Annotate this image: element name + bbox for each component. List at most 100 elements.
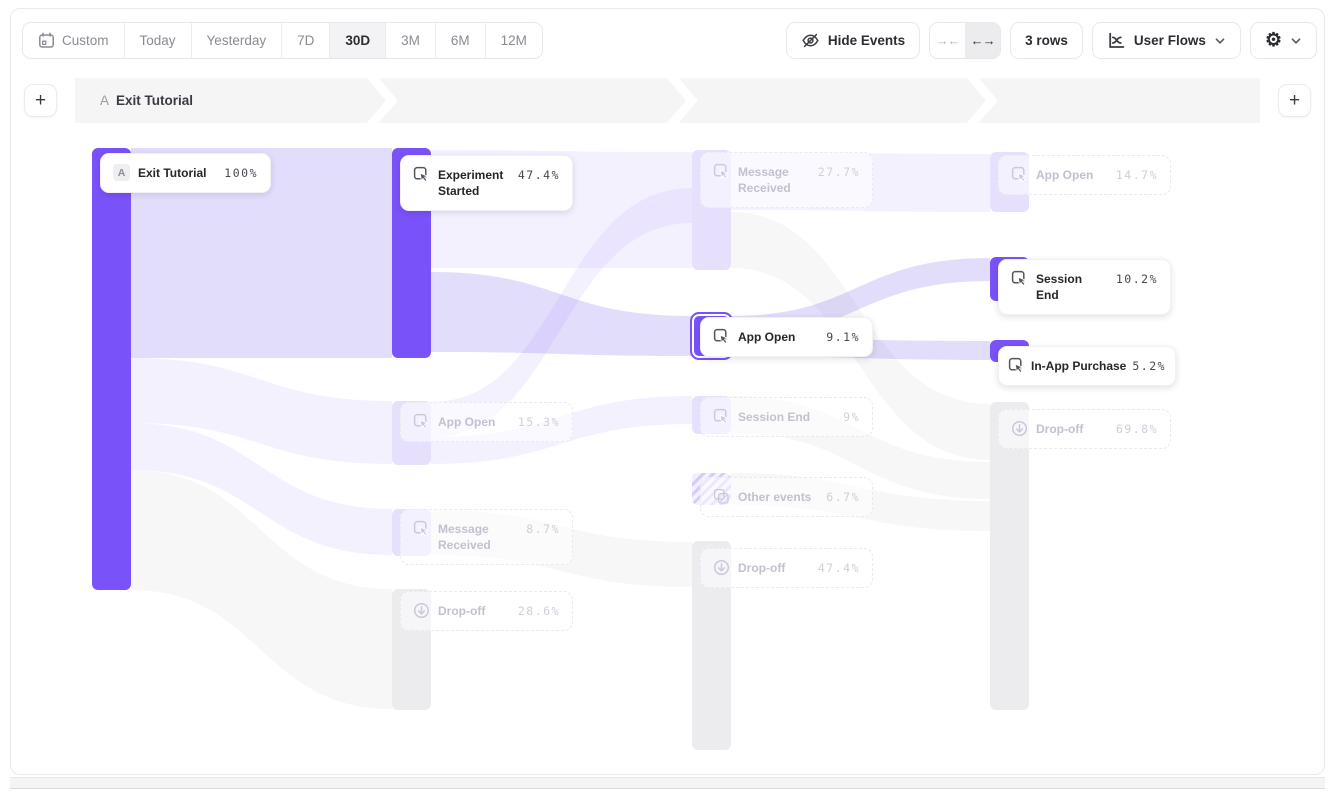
- date-range-3m[interactable]: 3M: [385, 23, 435, 58]
- node-drop-off-3-card[interactable]: Drop-off 47.4%: [700, 548, 873, 588]
- plus-icon: +: [35, 90, 46, 112]
- dropoff-icon: [413, 602, 430, 619]
- date-range-label: 6M: [451, 33, 470, 48]
- toolbar-right: Hide Events →← ←→ 3 rows User Flows ⚙: [786, 22, 1317, 59]
- date-range-label: 30D: [345, 33, 370, 48]
- node-percent: 14.7%: [1116, 167, 1158, 183]
- node-label: App Open: [738, 329, 818, 345]
- node-session-end-3-card[interactable]: Session End 9%: [700, 397, 873, 437]
- event-icon: [413, 166, 430, 183]
- date-range-label: Yesterday: [207, 33, 267, 48]
- node-percent: 5.2%: [1132, 358, 1166, 374]
- view-type-dropdown[interactable]: User Flows: [1092, 22, 1241, 59]
- date-range-30d[interactable]: 30D: [329, 23, 385, 58]
- date-range-7d[interactable]: 7D: [281, 23, 329, 58]
- hide-events-label: Hide Events: [828, 33, 905, 48]
- node-percent: 47.4%: [518, 167, 560, 183]
- toolbar: Custom Today Yesterday 7D 30D 3M 6M 12M …: [22, 22, 1317, 59]
- node-experiment-started-card[interactable]: Experiment Started 47.4%: [400, 155, 573, 211]
- node-other-events-3-card[interactable]: Other events 6.7%: [700, 477, 873, 517]
- date-range-yesterday[interactable]: Yesterday: [191, 23, 282, 58]
- node-percent: 27.7%: [818, 164, 860, 180]
- event-icon: [713, 328, 730, 345]
- event-icon: [1011, 166, 1028, 183]
- node-label: Drop-off: [738, 560, 810, 576]
- node-percent: 100%: [224, 165, 258, 181]
- node-percent: 9.1%: [826, 329, 860, 345]
- rows-label: 3 rows: [1025, 33, 1068, 48]
- chevron-separator: [670, 78, 692, 123]
- node-drop-off-2-card[interactable]: Drop-off 28.6%: [400, 591, 573, 631]
- node-session-end-4-card[interactable]: Session End 10.2%: [998, 259, 1171, 315]
- other-events-icon: [713, 488, 730, 505]
- step-title: Exit Tutorial: [116, 93, 193, 108]
- hide-events-button[interactable]: Hide Events: [786, 22, 920, 59]
- node-in-app-purchase-4-card[interactable]: In-App Purchase 5.2%: [998, 346, 1176, 386]
- node-message-received-3-card[interactable]: Message Received 27.7%: [700, 152, 873, 208]
- chevron-separator: [970, 78, 992, 123]
- node-percent: 9%: [843, 409, 860, 425]
- gear-icon: ⚙: [1265, 31, 1282, 50]
- node-exit-tutorial-bar[interactable]: [92, 148, 131, 590]
- date-range-custom[interactable]: Custom: [23, 23, 124, 58]
- dropoff-icon: [713, 559, 730, 576]
- horizontal-scrollbar-track[interactable]: [10, 777, 1325, 789]
- chevron-down-icon: [1290, 35, 1302, 47]
- settings-dropdown[interactable]: ⚙: [1250, 22, 1317, 59]
- event-icon: [1011, 270, 1028, 287]
- calendar-icon: [38, 32, 55, 49]
- node-exit-tutorial-card[interactable]: A Exit Tutorial 100%: [100, 153, 271, 193]
- node-message-received-2-card[interactable]: Message Received 8.7%: [400, 509, 573, 565]
- width-toggle: →← ←→: [929, 22, 1001, 59]
- node-percent: 69.8%: [1116, 421, 1158, 437]
- add-step-after-button[interactable]: +: [1278, 84, 1311, 117]
- date-range-6m[interactable]: 6M: [435, 23, 485, 58]
- date-range-label: Today: [140, 33, 176, 48]
- node-label: Drop-off: [438, 603, 510, 619]
- date-range-label: Custom: [62, 33, 109, 48]
- node-drop-off-4-card[interactable]: Drop-off 69.8%: [998, 409, 1171, 449]
- collapse-columns-button[interactable]: →←: [930, 23, 965, 58]
- arrows-collapse-icon: →←: [936, 33, 960, 48]
- chevron-down-icon: [1214, 35, 1226, 47]
- step-prefix: A: [100, 93, 109, 108]
- node-label: Message Received: [438, 521, 518, 553]
- node-app-open-4-card[interactable]: App Open 14.7%: [998, 155, 1171, 195]
- date-range-label: 7D: [297, 33, 314, 48]
- node-label: Experiment Started: [438, 167, 510, 199]
- node-label: App Open: [1036, 167, 1108, 183]
- user-flows-screen: Custom Today Yesterday 7D 30D 3M 6M 12M …: [0, 0, 1335, 793]
- node-app-open-3-card[interactable]: App Open 9.1%: [700, 317, 873, 357]
- date-range-12m[interactable]: 12M: [485, 23, 542, 58]
- dropoff-icon: [1011, 420, 1028, 437]
- date-range-selector: Custom Today Yesterday 7D 30D 3M 6M 12M: [22, 22, 543, 59]
- eye-off-icon: [801, 31, 820, 50]
- step-header-label: A Exit Tutorial: [100, 78, 193, 123]
- node-percent: 15.3%: [518, 414, 560, 430]
- node-label: Exit Tutorial: [138, 165, 216, 181]
- rows-button[interactable]: 3 rows: [1010, 22, 1083, 59]
- event-icon: [413, 520, 430, 537]
- node-percent: 10.2%: [1116, 271, 1158, 287]
- arrows-expand-icon: ←→: [971, 33, 995, 48]
- node-percent: 28.6%: [518, 603, 560, 619]
- event-icon: [713, 163, 730, 180]
- node-percent: 8.7%: [526, 521, 560, 537]
- date-range-label: 3M: [401, 33, 420, 48]
- node-label: In-App Purchase: [1031, 358, 1126, 374]
- node-label: Session End: [1036, 271, 1108, 303]
- date-range-today[interactable]: Today: [124, 23, 191, 58]
- node-app-open-2-card[interactable]: App Open 15.3%: [400, 402, 573, 442]
- plus-icon: +: [1289, 90, 1300, 112]
- step-header-band[interactable]: A Exit Tutorial: [75, 78, 1260, 123]
- add-step-before-button[interactable]: +: [24, 84, 57, 117]
- node-label: Message Received: [738, 164, 810, 196]
- expand-columns-button[interactable]: ←→: [965, 23, 1000, 58]
- chevron-separator: [370, 78, 392, 123]
- node-label: Drop-off: [1036, 421, 1108, 437]
- node-label: App Open: [438, 414, 510, 430]
- view-type-label: User Flows: [1134, 33, 1206, 48]
- event-icon: [413, 413, 430, 430]
- node-percent: 47.4%: [818, 560, 860, 576]
- node-percent: 6.7%: [826, 489, 860, 505]
